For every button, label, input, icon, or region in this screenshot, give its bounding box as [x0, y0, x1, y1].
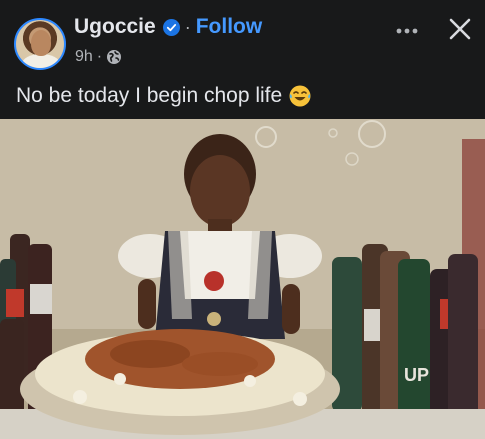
close-icon[interactable] — [448, 17, 472, 41]
post-time[interactable]: 9h — [75, 48, 93, 66]
post-header: Ugoccie · Follow 9h · — [0, 0, 485, 72]
follow-button[interactable]: Follow — [196, 15, 263, 39]
more-options-icon[interactable] — [392, 21, 422, 41]
avatar-body — [22, 54, 60, 68]
author-name[interactable]: Ugoccie — [74, 15, 156, 39]
verified-badge-icon — [162, 18, 180, 36]
avatar[interactable] — [14, 18, 66, 70]
laughing-crying-emoji-icon — [289, 85, 311, 107]
avatar-face — [31, 30, 51, 56]
post-caption: No be today I begin chop life — [16, 84, 312, 108]
post-meta: 9h · — [75, 48, 122, 66]
dot-separator: · — [184, 16, 191, 37]
meta-dot-separator: · — [96, 48, 103, 65]
photo-illustration: UP — [0, 119, 485, 439]
post-photo[interactable]: UP — [0, 119, 485, 439]
author-row: Ugoccie · Follow — [74, 15, 262, 39]
globe-icon[interactable] — [106, 49, 122, 65]
facebook-post: Ugoccie · Follow 9h · No be today I begi… — [0, 0, 485, 439]
caption-text: No be today I begin chop life — [16, 84, 283, 107]
bottle-label-up: UP — [404, 365, 429, 385]
